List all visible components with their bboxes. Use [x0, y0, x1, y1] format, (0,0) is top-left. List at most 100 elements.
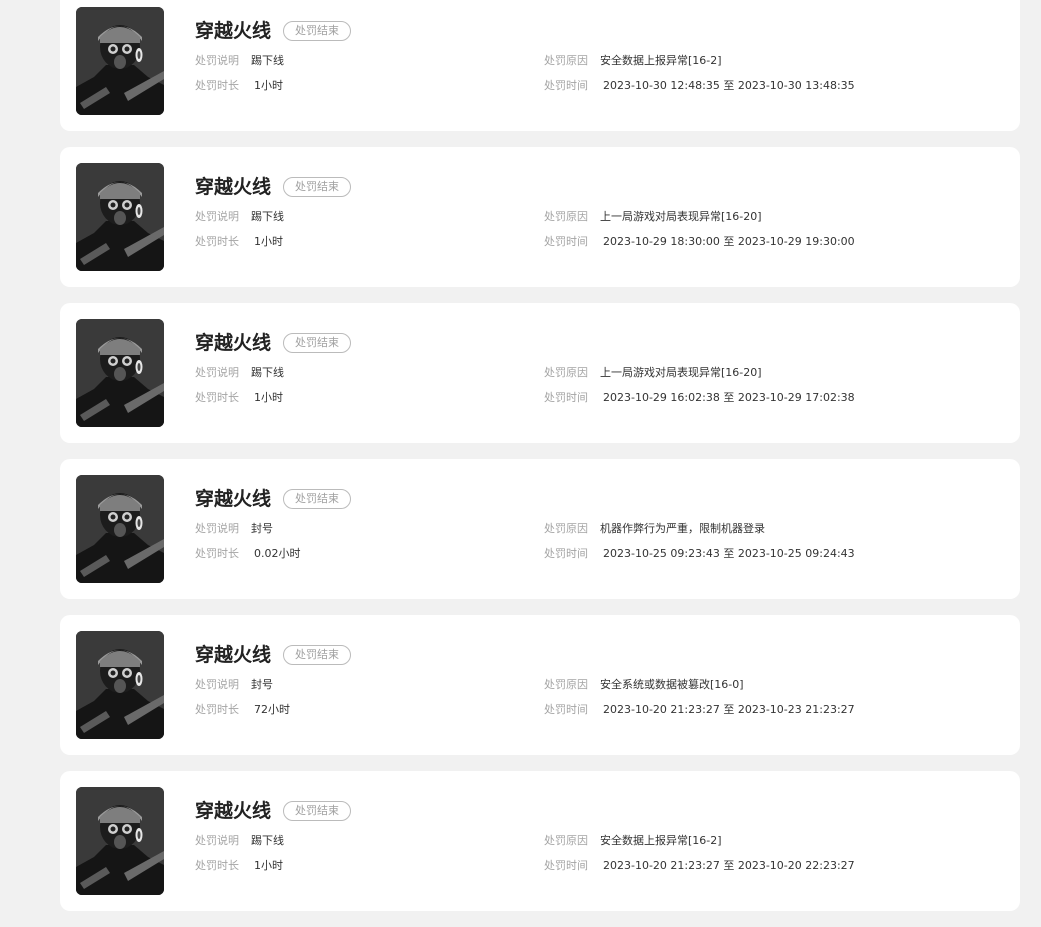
penalty-reason: 处罚原因 机器作弊行为严重，限制机器登录	[544, 522, 765, 536]
penalty-time-label: 处罚时间	[544, 79, 588, 92]
penalty-time-label: 处罚时间	[544, 391, 588, 404]
penalty-reason-label: 处罚原因	[544, 210, 588, 223]
soldier-portrait-icon	[76, 319, 164, 427]
penalty-duration-value: 1小时	[254, 859, 283, 872]
penalty-time-label: 处罚时间	[544, 235, 588, 248]
status-badge: 处罚结束	[283, 21, 351, 41]
penalty-time: 处罚时间 2023-10-25 09:23:43 至 2023-10-25 09:…	[544, 547, 855, 561]
penalty-reason-value: 安全数据上报异常[16-2]	[600, 54, 722, 67]
penalty-time-value: 2023-10-29 16:02:38 至 2023-10-29 17:02:3…	[603, 391, 855, 404]
penalty-reason-label: 处罚原因	[544, 678, 588, 691]
penalty-description: 处罚说明 踢下线	[195, 834, 284, 848]
game-avatar	[76, 7, 164, 115]
penalty-reason: 处罚原因 上一局游戏对局表现异常[16-20]	[544, 210, 762, 224]
penalty-duration: 处罚时长 1小时	[195, 391, 283, 405]
penalty-record-list: 穿越火线 处罚结束 处罚说明 踢下线 处罚时长 1小时 处罚原因 安全数据上报异常[1…	[60, 0, 1020, 927]
penalty-reason-value: 安全系统或数据被篡改[16-0]	[600, 678, 744, 691]
penalty-description-label: 处罚说明	[195, 522, 239, 535]
status-badge: 处罚结束	[283, 489, 351, 509]
penalty-description-value: 踢下线	[251, 54, 284, 67]
penalty-description-label: 处罚说明	[195, 54, 239, 67]
penalty-description: 处罚说明 封号	[195, 678, 273, 692]
penalty-description: 处罚说明 踢下线	[195, 366, 284, 380]
penalty-description-value: 踢下线	[251, 210, 284, 223]
penalty-duration-label: 处罚时长	[195, 235, 239, 248]
penalty-record-card[interactable]: 穿越火线 处罚结束 处罚说明 踢下线 处罚时长 1小时 处罚原因 上一局游戏对局表现异…	[60, 147, 1020, 287]
penalty-duration: 处罚时长 1小时	[195, 79, 283, 93]
penalty-reason-value: 安全数据上报异常[16-2]	[600, 834, 722, 847]
game-avatar	[76, 631, 164, 739]
penalty-reason: 处罚原因 安全数据上报异常[16-2]	[544, 834, 722, 848]
penalty-reason-label: 处罚原因	[544, 366, 588, 379]
status-badge: 处罚结束	[283, 801, 351, 821]
penalty-description-label: 处罚说明	[195, 834, 239, 847]
penalty-duration-label: 处罚时长	[195, 703, 239, 716]
penalty-record-card[interactable]: 穿越火线 处罚结束 处罚说明 踢下线 处罚时长 1小时 处罚原因 上一局游戏对局表现异…	[60, 303, 1020, 443]
penalty-time-label: 处罚时间	[544, 547, 588, 560]
penalty-time-value: 2023-10-20 21:23:27 至 2023-10-23 21:23:2…	[603, 703, 855, 716]
penalty-description: 处罚说明 踢下线	[195, 54, 284, 68]
penalty-record-card[interactable]: 穿越火线 处罚结束 处罚说明 踢下线 处罚时长 1小时 处罚原因 安全数据上报异常[1…	[60, 771, 1020, 911]
penalty-description: 处罚说明 封号	[195, 522, 273, 536]
penalty-description-value: 踢下线	[251, 366, 284, 379]
penalty-description-label: 处罚说明	[195, 678, 239, 691]
penalty-reason-value: 机器作弊行为严重，限制机器登录	[600, 522, 765, 535]
soldier-portrait-icon	[76, 631, 164, 739]
penalty-time-label: 处罚时间	[544, 859, 588, 872]
penalty-duration-label: 处罚时长	[195, 547, 239, 560]
penalty-reason-label: 处罚原因	[544, 522, 588, 535]
penalty-time: 处罚时间 2023-10-29 18:30:00 至 2023-10-29 19:…	[544, 235, 855, 249]
penalty-description: 处罚说明 踢下线	[195, 210, 284, 224]
penalty-record-card[interactable]: 穿越火线 处罚结束 处罚说明 踢下线 处罚时长 1小时 处罚原因 安全数据上报异常[1…	[60, 0, 1020, 131]
penalty-time-value: 2023-10-25 09:23:43 至 2023-10-25 09:24:4…	[603, 547, 855, 560]
penalty-duration: 处罚时长 72小时	[195, 703, 290, 717]
game-title: 穿越火线	[195, 488, 272, 510]
penalty-reason-label: 处罚原因	[544, 54, 588, 67]
penalty-time: 处罚时间 2023-10-29 16:02:38 至 2023-10-29 17:…	[544, 391, 855, 405]
penalty-duration-value: 0.02小时	[254, 547, 301, 560]
soldier-portrait-icon	[76, 475, 164, 583]
penalty-duration: 处罚时长 1小时	[195, 235, 283, 249]
penalty-description-label: 处罚说明	[195, 210, 239, 223]
penalty-description-value: 踢下线	[251, 834, 284, 847]
status-badge: 处罚结束	[283, 177, 351, 197]
penalty-reason-value: 上一局游戏对局表现异常[16-20]	[600, 366, 762, 379]
penalty-duration: 处罚时长 0.02小时	[195, 547, 301, 561]
penalty-description-label: 处罚说明	[195, 366, 239, 379]
game-avatar	[76, 319, 164, 427]
penalty-reason-label: 处罚原因	[544, 834, 588, 847]
soldier-portrait-icon	[76, 163, 164, 271]
penalty-duration-value: 72小时	[254, 703, 290, 716]
penalty-duration: 处罚时长 1小时	[195, 859, 283, 873]
penalty-record-card[interactable]: 穿越火线 处罚结束 处罚说明 封号 处罚时长 72小时 处罚原因 安全系统或数据被篡改…	[60, 615, 1020, 755]
status-badge: 处罚结束	[283, 645, 351, 665]
penalty-reason: 处罚原因 安全系统或数据被篡改[16-0]	[544, 678, 744, 692]
penalty-time: 处罚时间 2023-10-20 21:23:27 至 2023-10-20 22:…	[544, 859, 855, 873]
game-title: 穿越火线	[195, 332, 272, 354]
penalty-description-value: 封号	[251, 522, 273, 535]
status-badge: 处罚结束	[283, 333, 351, 353]
game-title: 穿越火线	[195, 800, 272, 822]
penalty-description-value: 封号	[251, 678, 273, 691]
penalty-duration-value: 1小时	[254, 79, 283, 92]
penalty-reason: 处罚原因 上一局游戏对局表现异常[16-20]	[544, 366, 762, 380]
penalty-duration-label: 处罚时长	[195, 391, 239, 404]
penalty-time-value: 2023-10-30 12:48:35 至 2023-10-30 13:48:3…	[603, 79, 855, 92]
game-title: 穿越火线	[195, 644, 272, 666]
penalty-time-value: 2023-10-20 21:23:27 至 2023-10-20 22:23:2…	[603, 859, 855, 872]
soldier-portrait-icon	[76, 7, 164, 115]
penalty-duration-label: 处罚时长	[195, 79, 239, 92]
penalty-time: 处罚时间 2023-10-30 12:48:35 至 2023-10-30 13:…	[544, 79, 855, 93]
penalty-duration-value: 1小时	[254, 235, 283, 248]
penalty-reason-value: 上一局游戏对局表现异常[16-20]	[600, 210, 762, 223]
game-title: 穿越火线	[195, 176, 272, 198]
game-avatar	[76, 163, 164, 271]
penalty-record-card[interactable]: 穿越火线 处罚结束 处罚说明 封号 处罚时长 0.02小时 处罚原因 机器作弊行为严重…	[60, 459, 1020, 599]
penalty-reason: 处罚原因 安全数据上报异常[16-2]	[544, 54, 722, 68]
penalty-time-label: 处罚时间	[544, 703, 588, 716]
penalty-time: 处罚时间 2023-10-20 21:23:27 至 2023-10-23 21:…	[544, 703, 855, 717]
penalty-duration-value: 1小时	[254, 391, 283, 404]
penalty-duration-label: 处罚时长	[195, 859, 239, 872]
penalty-time-value: 2023-10-29 18:30:00 至 2023-10-29 19:30:0…	[603, 235, 855, 248]
game-avatar	[76, 475, 164, 583]
